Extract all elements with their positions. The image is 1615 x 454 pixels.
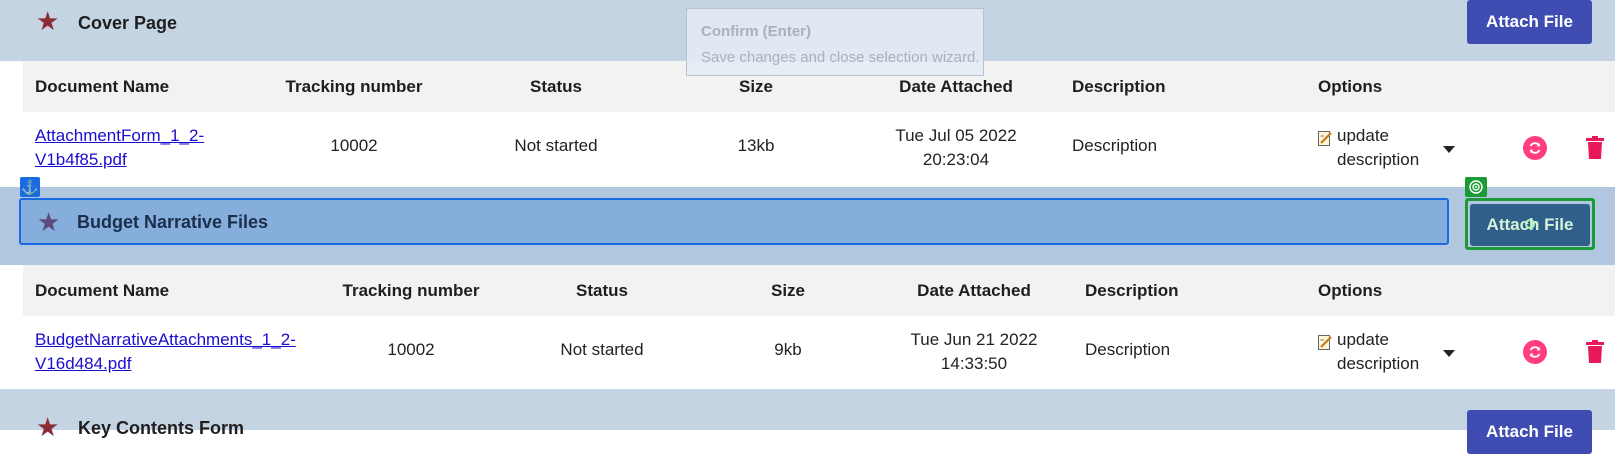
- update-description-option[interactable]: update description: [1337, 124, 1419, 172]
- table-row: AttachmentForm_1_2- V1b4f85.pdf 10002 No…: [23, 112, 1615, 182]
- caret-down-icon[interactable]: [1443, 146, 1455, 153]
- confirm-tooltip: Confirm (Enter) Save changes and close s…: [686, 8, 984, 76]
- anchor-icon: ⚓: [20, 177, 40, 197]
- date-attached: Tue Jun 21 2022 14:33:50: [910, 330, 1038, 373]
- edit-note-icon: [1318, 335, 1332, 350]
- status-text: Not started: [514, 136, 598, 155]
- col-status[interactable]: Status: [576, 265, 628, 316]
- col-size[interactable]: Size: [771, 265, 805, 316]
- cover-page-table: Document Name Tracking number Status Siz…: [23, 61, 1615, 182]
- tooltip-title: Confirm (Enter): [701, 23, 811, 40]
- col-date-attached[interactable]: Date Attached: [917, 265, 1031, 316]
- col-description[interactable]: Description: [1072, 61, 1166, 112]
- target-icon: [1465, 177, 1487, 197]
- caret-down-icon[interactable]: [1443, 350, 1455, 357]
- section-title: Key Contents Form: [78, 418, 245, 438]
- tracking-number: 10002: [387, 340, 435, 359]
- col-document-name[interactable]: Document Name: [35, 61, 169, 112]
- refresh-icon: [1529, 346, 1541, 358]
- col-tracking-number[interactable]: Tracking number: [343, 265, 480, 316]
- table-header: Document Name Tracking number Status Siz…: [23, 265, 1615, 317]
- description-text: Description: [1085, 340, 1171, 359]
- table-row: BudgetNarrativeAttachments_1_2- V16d484.…: [23, 316, 1615, 386]
- section-title: Budget Narrative Files: [77, 212, 269, 232]
- budget-narrative-table: Document Name Tracking number Status Siz…: [23, 265, 1615, 386]
- tooltip-body: Save changes and close selection wizard.: [701, 49, 980, 66]
- refresh-button[interactable]: [1523, 340, 1547, 364]
- star-icon: ★: [37, 207, 61, 237]
- cursor-icon: [1525, 219, 1535, 229]
- update-description-option[interactable]: update description: [1337, 328, 1419, 376]
- attach-file-button[interactable]: Attach File: [1467, 0, 1592, 44]
- col-description[interactable]: Description: [1085, 265, 1179, 316]
- col-document-name[interactable]: Document Name: [35, 265, 169, 316]
- col-options: Options: [1318, 77, 1383, 96]
- col-options: Options: [1318, 281, 1383, 300]
- document-link[interactable]: AttachmentForm_1_2- V1b4f85.pdf: [35, 124, 204, 172]
- tracking-number: 10002: [330, 136, 378, 155]
- refresh-button[interactable]: [1523, 136, 1547, 160]
- trash-icon[interactable]: [1585, 340, 1605, 364]
- document-link[interactable]: BudgetNarrativeAttachments_1_2- V16d484.…: [35, 328, 296, 376]
- refresh-icon: [1529, 142, 1541, 154]
- star-icon: ★: [36, 412, 60, 442]
- trash-icon[interactable]: [1585, 136, 1605, 160]
- section-title: Cover Page: [78, 13, 178, 33]
- edit-note-icon: [1318, 131, 1332, 146]
- attach-file-button[interactable]: Attach File: [1467, 410, 1592, 454]
- star-icon: ★: [36, 6, 60, 36]
- date-attached: Tue Jul 05 2022 20:23:04: [895, 126, 1017, 169]
- file-size: 13kb: [737, 136, 775, 155]
- file-size: 9kb: [774, 340, 802, 359]
- selection-highlight: ★ Budget Narrative Files: [19, 198, 1449, 245]
- col-status[interactable]: Status: [530, 61, 582, 112]
- description-text: Description: [1072, 136, 1158, 155]
- status-text: Not started: [560, 340, 644, 359]
- col-tracking-number[interactable]: Tracking number: [286, 61, 423, 112]
- key-contents-header: ★ Key Contents Form Attach File: [0, 389, 1615, 454]
